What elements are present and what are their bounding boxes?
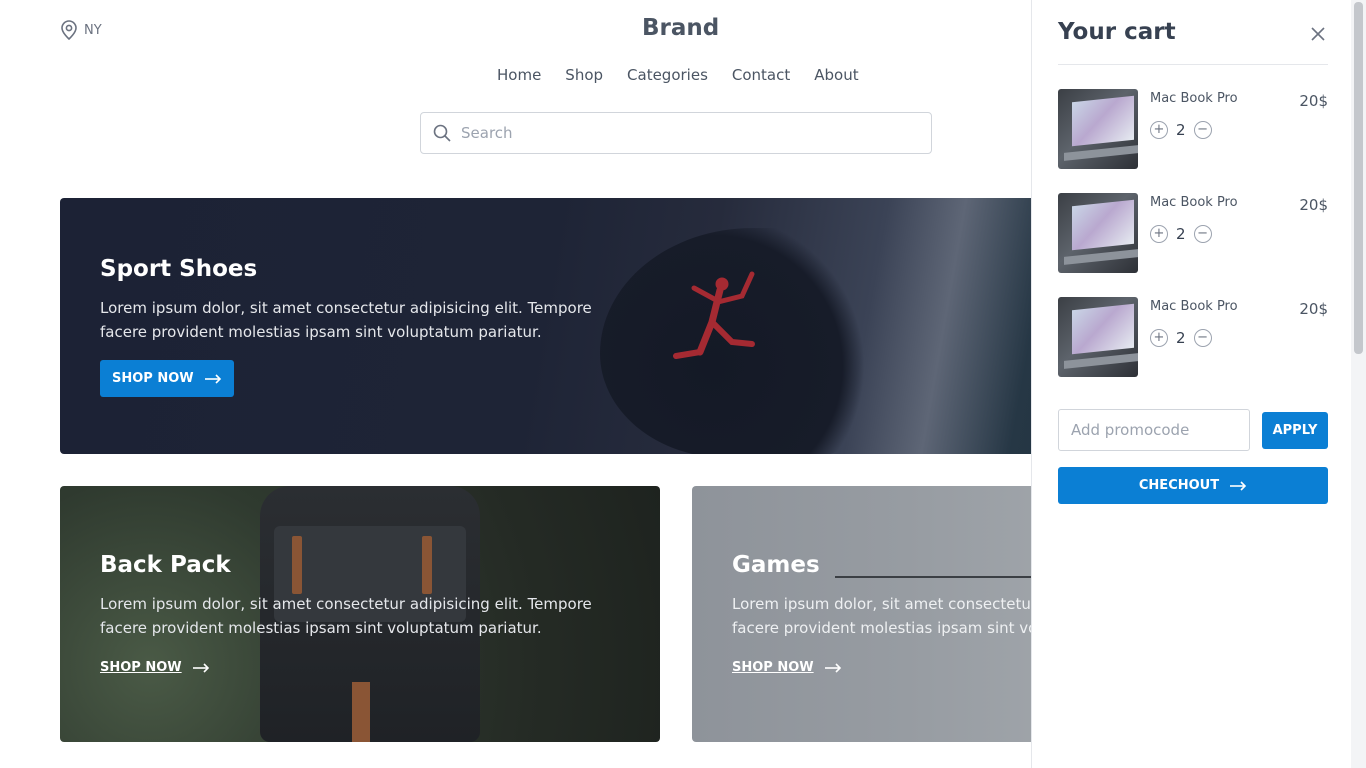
apply-promocode-button[interactable]: APPLY xyxy=(1262,412,1328,449)
games-shop-now-label: SHOP NOW xyxy=(732,660,814,675)
cart-item: Mac Book Pro 20$ + 2 − xyxy=(1058,89,1328,169)
card-back-pack: Back Pack Lorem ipsum dolor, sit amet co… xyxy=(60,486,660,742)
location-selector[interactable]: NY xyxy=(60,20,102,40)
back-pack-content: Back Pack Lorem ipsum dolor, sit amet co… xyxy=(100,552,600,675)
games-shop-now-link[interactable]: SHOP NOW xyxy=(732,660,842,675)
nav-contact[interactable]: Contact xyxy=(732,66,790,84)
product-price: 20$ xyxy=(1299,196,1328,214)
hero-content: Sport Shoes Lorem ipsum dolor, sit amet … xyxy=(100,256,600,397)
hero-title: Sport Shoes xyxy=(100,256,258,282)
checkout-label: CHECHOUT xyxy=(1138,478,1220,493)
product-price: 20$ xyxy=(1299,300,1328,318)
quantity-value: 2 xyxy=(1176,225,1186,243)
arrow-right-icon xyxy=(1230,480,1247,491)
quantity-stepper: + 2 − xyxy=(1150,121,1212,139)
checkout-button[interactable]: CHECHOUT xyxy=(1058,467,1328,504)
search-input[interactable] xyxy=(461,124,901,142)
cart-item: Mac Book Pro 20$ + 2 − xyxy=(1058,297,1328,377)
page-scrollbar[interactable] xyxy=(1351,0,1366,768)
quantity-value: 2 xyxy=(1176,121,1186,139)
hero-banner-sport-shoes: Sport Shoes Lorem ipsum dolor, sit amet … xyxy=(60,198,1120,454)
product-name: Mac Book Pro xyxy=(1150,195,1238,210)
close-cart-button[interactable] xyxy=(1308,24,1328,44)
quantity-stepper: + 2 − xyxy=(1150,329,1212,347)
product-thumbnail xyxy=(1058,89,1138,169)
back-pack-description: Lorem ipsum dolor, sit amet consectetur … xyxy=(100,595,592,637)
product-thumbnail xyxy=(1058,297,1138,377)
search-icon xyxy=(433,124,451,142)
nav-shop[interactable]: Shop xyxy=(565,66,603,84)
scrollbar-thumb[interactable] xyxy=(1354,2,1363,354)
location-label: NY xyxy=(84,22,102,38)
search-bar xyxy=(420,112,932,154)
arrow-right-icon xyxy=(192,662,209,673)
quantity-value: 2 xyxy=(1176,329,1186,347)
jumpman-logo-icon xyxy=(673,271,755,359)
product-price: 20$ xyxy=(1299,92,1328,110)
cart-title: Your cart xyxy=(1058,19,1176,45)
hero-description: Lorem ipsum dolor, sit amet consectetur … xyxy=(100,299,592,341)
arrow-right-icon xyxy=(204,373,221,384)
quantity-stepper: + 2 − xyxy=(1150,225,1212,243)
backpack-strap-bottom xyxy=(352,682,370,742)
minus-circle-icon[interactable]: − xyxy=(1193,121,1212,139)
cart-panel: Your cart Mac Book Pro 20$ + 2 − Mac Boo… xyxy=(1031,0,1351,768)
product-thumbnail xyxy=(1058,193,1138,273)
plus-circle-icon[interactable]: + xyxy=(1150,225,1168,243)
nav-about[interactable]: About xyxy=(814,66,858,84)
cart-item: Mac Book Pro 20$ + 2 − xyxy=(1058,193,1328,273)
back-pack-title: Back Pack xyxy=(100,552,231,578)
minus-circle-icon[interactable]: − xyxy=(1193,329,1212,347)
product-name: Mac Book Pro xyxy=(1150,91,1238,106)
nav-categories[interactable]: Categories xyxy=(627,66,708,84)
nav-home[interactable]: Home xyxy=(497,66,541,84)
back-pack-shop-now-link[interactable]: SHOP NOW xyxy=(100,660,210,675)
minus-circle-icon[interactable]: − xyxy=(1193,225,1212,243)
hero-shop-now-label: SHOP NOW xyxy=(112,371,194,386)
product-name: Mac Book Pro xyxy=(1150,299,1238,314)
page: NY Brand Home Shop Categories Contact Ab… xyxy=(0,0,1366,768)
back-pack-shop-now-label: SHOP NOW xyxy=(100,660,182,675)
plus-circle-icon[interactable]: + xyxy=(1150,121,1168,139)
close-icon xyxy=(1311,27,1325,41)
location-pin-icon xyxy=(61,20,77,40)
brand-logo[interactable]: Brand xyxy=(642,15,719,41)
hero-shop-now-button[interactable]: SHOP NOW xyxy=(100,360,234,397)
cart-divider xyxy=(1058,64,1328,65)
arrow-right-icon xyxy=(824,662,841,673)
promocode-input[interactable] xyxy=(1058,409,1250,451)
plus-circle-icon[interactable]: + xyxy=(1150,329,1168,347)
main-nav: Home Shop Categories Contact About xyxy=(497,66,859,84)
